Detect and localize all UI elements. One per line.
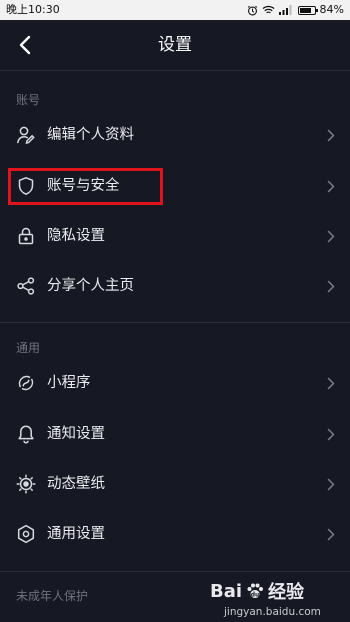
settings-row-label: 通用设置 [47, 526, 105, 542]
battery-icon [297, 5, 318, 15]
section-header-minor-protection: 未成年人保护 [16, 589, 89, 603]
settings-row-live-wallpaper[interactable]: 动态壁纸 [0, 459, 350, 509]
lock-icon [15, 225, 37, 247]
nav-bar: 设置 [0, 20, 350, 70]
status-icons: 84% [247, 0, 344, 20]
settings-row-share-profile[interactable]: 分享个人主页 [0, 261, 350, 311]
watermark-brand: Bai [210, 580, 243, 602]
settings-row-privacy[interactable]: 隐私设置 [0, 211, 350, 261]
chevron-right-icon [326, 526, 336, 542]
settings-row-general-settings[interactable]: 通用设置 [0, 509, 350, 559]
nav-divider [0, 70, 350, 71]
section-header-account: 账号 [16, 93, 41, 107]
settings-row-label: 编辑个人资料 [47, 127, 134, 143]
settings-row-label: 隐私设置 [47, 228, 105, 244]
share-icon [15, 275, 37, 297]
svg-text:du: du [251, 592, 260, 599]
chevron-right-icon [326, 178, 336, 194]
person-edit-icon [15, 124, 37, 146]
chevron-right-icon [326, 375, 336, 391]
chevron-right-icon [326, 426, 336, 442]
settings-row-edit-profile[interactable]: 编辑个人资料 [0, 110, 350, 160]
paw-icon: du [247, 583, 264, 599]
settings-row-mini-program[interactable]: 小程序 [0, 358, 350, 408]
signal-icon [278, 5, 292, 15]
wallpaper-icon [15, 473, 37, 495]
status-time: 晚上10:30 [6, 3, 60, 16]
back-button[interactable] [10, 30, 40, 60]
section-header-general: 通用 [16, 341, 41, 355]
wifi-icon [262, 5, 275, 15]
watermark-brand-suffix: 经验 [268, 582, 305, 603]
battery-fill [299, 7, 312, 13]
settings-row-label: 分享个人主页 [47, 278, 134, 294]
highlight-box [8, 168, 163, 205]
status-bar: 晚上10:30 84% [0, 0, 350, 20]
section-divider [0, 322, 350, 323]
watermark-url: jingyan.baidu.com [224, 606, 321, 618]
settings-row-label: 动态壁纸 [47, 476, 105, 492]
watermark-logo: Bai du 经验 [210, 578, 304, 604]
gear-hexagon-icon [15, 523, 37, 545]
chevron-right-icon [326, 228, 336, 244]
chevron-right-icon [326, 476, 336, 492]
settings-row-label: 小程序 [47, 375, 91, 391]
mini-program-icon [15, 372, 37, 394]
page-title: 设置 [158, 35, 192, 55]
baidu-watermark: Bai du 经验 jingyan.baidu.com [210, 578, 348, 622]
chevron-right-icon [326, 127, 336, 143]
settings-row-label: 通知设置 [47, 426, 105, 442]
alarm-icon [247, 5, 258, 16]
bell-icon [15, 423, 37, 445]
back-arrow-icon [19, 35, 31, 55]
battery-percent: 84% [319, 3, 344, 16]
section-divider [0, 571, 350, 572]
settings-row-notifications[interactable]: 通知设置 [0, 409, 350, 459]
chevron-right-icon [326, 278, 336, 294]
